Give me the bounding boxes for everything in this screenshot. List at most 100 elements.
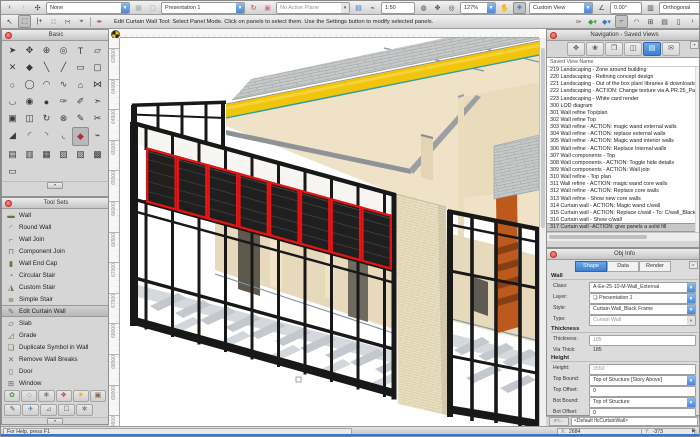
tool-icon[interactable]: ✑ <box>55 93 72 110</box>
tool-icon[interactable]: ⌁ <box>89 127 106 144</box>
saved-view-row[interactable]: 303 Wall refine - ACTION: magic wand ext… <box>547 124 700 131</box>
saved-view-row[interactable]: 315 Curtain wall - ACTION: Replace c/wal… <box>547 210 700 217</box>
tab-render[interactable]: Render <box>639 261 671 272</box>
frame-grid-icon[interactable]: ∺ <box>62 18 73 26</box>
saved-view-row[interactable]: 305 Wall refine - ACTION: Magic wand int… <box>547 138 700 145</box>
tool-icon[interactable]: ⊕ <box>38 42 55 59</box>
basic-palette-titlebar[interactable]: Basic <box>2 30 108 41</box>
tool-category-icon[interactable]: ✳ <box>73 390 89 402</box>
tool-category-icon[interactable]: ⊿ <box>40 404 57 416</box>
tool-category-icon[interactable]: ☐ <box>58 404 75 416</box>
tool-sets-item[interactable]: ▬ Wall <box>2 209 108 221</box>
share-icon[interactable]: ✥ <box>567 42 585 56</box>
walkthrough-icon[interactable]: ✥ <box>432 4 443 12</box>
tool-icon[interactable]: ✂ <box>89 110 106 127</box>
sheet-icon[interactable]: ▯ <box>673 18 684 26</box>
top-offset-field[interactable]: 0 <box>589 386 696 397</box>
saved-view-column-header[interactable]: Saved View Name <box>547 57 700 67</box>
tool-category-icon[interactable]: ✱ <box>38 390 54 402</box>
top-bound-dropdown[interactable]: Top of Structure [Story Above]▼ <box>589 375 696 386</box>
tool-icon[interactable]: ◠ <box>38 76 55 93</box>
layers-icon[interactable]: ▣ <box>262 4 273 12</box>
obj-info-titlebar[interactable]: Obj Info <box>547 249 700 260</box>
tool-sets-item[interactable]: ◔ Circular Stair <box>2 269 108 281</box>
tool-category-icon[interactable]: ▣ <box>90 390 106 402</box>
back-icon[interactable]: ‹ <box>4 4 15 11</box>
zoom-level-dropdown[interactable]: 127%▼ <box>460 2 496 14</box>
saved-view-row[interactable]: 313 Wall refine - Show new core walls <box>547 196 700 203</box>
close-icon[interactable] <box>550 251 557 258</box>
paperclip-icon[interactable]: ⌁ <box>367 4 378 12</box>
tool-icon[interactable]: ╲ <box>38 59 55 76</box>
tool-sets-item[interactable]: ✕ Remove Wall Breaks <box>2 353 108 365</box>
viewport-scrollbar[interactable] <box>539 38 546 426</box>
tool-sets-item[interactable]: ⊞ Window <box>2 377 108 389</box>
close-icon[interactable] <box>5 200 12 207</box>
tool-sets-item[interactable]: ≣ Simple Stair <box>2 293 108 305</box>
tool-icon[interactable]: ↻ <box>38 110 55 127</box>
tool-category-icon[interactable]: ❖ <box>56 390 72 402</box>
settings-pen-icon[interactable]: ✒ <box>94 18 105 26</box>
tool-icon[interactable]: ● <box>38 93 55 110</box>
saved-view-row[interactable]: 300 LOD diagram <box>547 103 700 110</box>
saved-view-row[interactable]: 309 Wall components - ACTION: Wall join <box>547 167 700 174</box>
texture-cube-icon[interactable]: ◆▾ <box>587 18 598 26</box>
saved-view-row[interactable]: 302 Wall refine Top <box>547 117 700 124</box>
tool-category-icon[interactable]: ✿ <box>4 390 20 402</box>
saved-view-row[interactable]: 310 Wall refine - Top plan <box>547 174 700 181</box>
tool-icon[interactable]: ▩ <box>89 146 106 163</box>
saved-view-row[interactable]: 306 Wall refine - ACTION: Replace Intern… <box>547 146 700 153</box>
type-dropdown[interactable]: Curtain Wall▾ <box>589 315 696 326</box>
pan-hand-icon[interactable]: ✋ <box>499 4 510 12</box>
saved-view-row[interactable]: 307 Wall components - Top <box>547 153 700 160</box>
tool-icon[interactable]: ▥ <box>21 146 38 163</box>
saved-views-icon[interactable]: ▤ <box>643 42 661 56</box>
classes-icon[interactable]: ❀ <box>586 42 604 56</box>
tool-sets-item[interactable]: ⊓ Component Join <box>2 245 108 257</box>
tool-sets-item[interactable]: ◮ Custom Stair <box>2 281 108 293</box>
saved-view-row[interactable]: 223 Landscaping - White card render <box>547 96 700 103</box>
tool-icon[interactable]: ▧ <box>55 146 72 163</box>
tool-icon[interactable]: ▱ <box>89 42 106 59</box>
tool-icon[interactable]: ○ <box>4 76 21 93</box>
drawing-viewport[interactable]: 0062000625006300063500640006450065000655… <box>109 29 546 426</box>
list-scrollbar[interactable] <box>695 67 700 232</box>
saved-view-row[interactable]: 311 Wall refine - ACTION: magic wand cor… <box>547 181 700 188</box>
tool-icon[interactable]: ⊗ <box>55 110 72 127</box>
saved-view-row[interactable]: 301 Wall refine Top/plan <box>547 110 700 117</box>
select-panel-mode-icon[interactable]: ⬚ <box>18 15 31 28</box>
tool-icon[interactable]: ✥ <box>21 42 38 59</box>
tool-icon[interactable]: ⌂ <box>72 76 89 93</box>
tool-sets-item[interactable]: ◿ Grade <box>2 329 108 341</box>
overflow-arrow-icon[interactable]: › <box>687 18 698 25</box>
tool-icon[interactable]: ▢ <box>89 59 106 76</box>
panel-menu-icon[interactable]: ▾ <box>690 41 699 49</box>
ifc-entity-field[interactable]: <Default IfcCurtainWall> <box>571 417 698 426</box>
insert-frame-icon[interactable]: |+ <box>34 18 45 25</box>
stack-icon[interactable]: ▤ <box>659 18 670 26</box>
surface-icon[interactable]: ◠ <box>631 18 642 26</box>
tool-icon[interactable]: ∿ <box>55 76 72 93</box>
compass-icon[interactable]: ✑ <box>573 18 584 26</box>
navigation-titlebar[interactable]: Navigation - Saved Views <box>547 30 700 41</box>
layers-icon[interactable]: ❐ <box>605 42 623 56</box>
saved-view-row[interactable]: 222 Landscaping - ACTION: Change texture… <box>547 88 700 95</box>
layer-dropdown[interactable]: Presentation 1▼ <box>161 2 245 14</box>
tool-sets-item[interactable]: ❏ Duplicate Symbol in Wall <box>2 341 108 353</box>
viewports-icon[interactable]: ◫ <box>624 42 642 56</box>
tool-icon[interactable]: ◜ <box>21 127 38 144</box>
tool-icon[interactable]: ╱ <box>55 59 72 76</box>
tool-icon[interactable]: ✐ <box>72 93 89 110</box>
tool-icon[interactable]: ▭ <box>4 163 21 180</box>
forward-icon[interactable]: › <box>18 4 29 11</box>
refresh-icon[interactable]: ↻ <box>248 4 259 12</box>
tool-icon[interactable]: ◝ <box>38 127 55 144</box>
zoom-tool-icon[interactable]: ◎ <box>446 4 457 12</box>
saved-view-row[interactable]: 316 Curtain wall - Show c/wall <box>547 217 700 224</box>
close-icon[interactable] <box>550 32 557 39</box>
panel-menu-icon[interactable]: ▸ <box>689 261 698 269</box>
tool-icon[interactable]: ◢ <box>4 127 21 144</box>
panel-grid-icon[interactable]: ∷ <box>48 18 59 26</box>
references-icon[interactable]: ✉ <box>662 42 680 56</box>
list-hscrollbar[interactable] <box>547 232 700 241</box>
